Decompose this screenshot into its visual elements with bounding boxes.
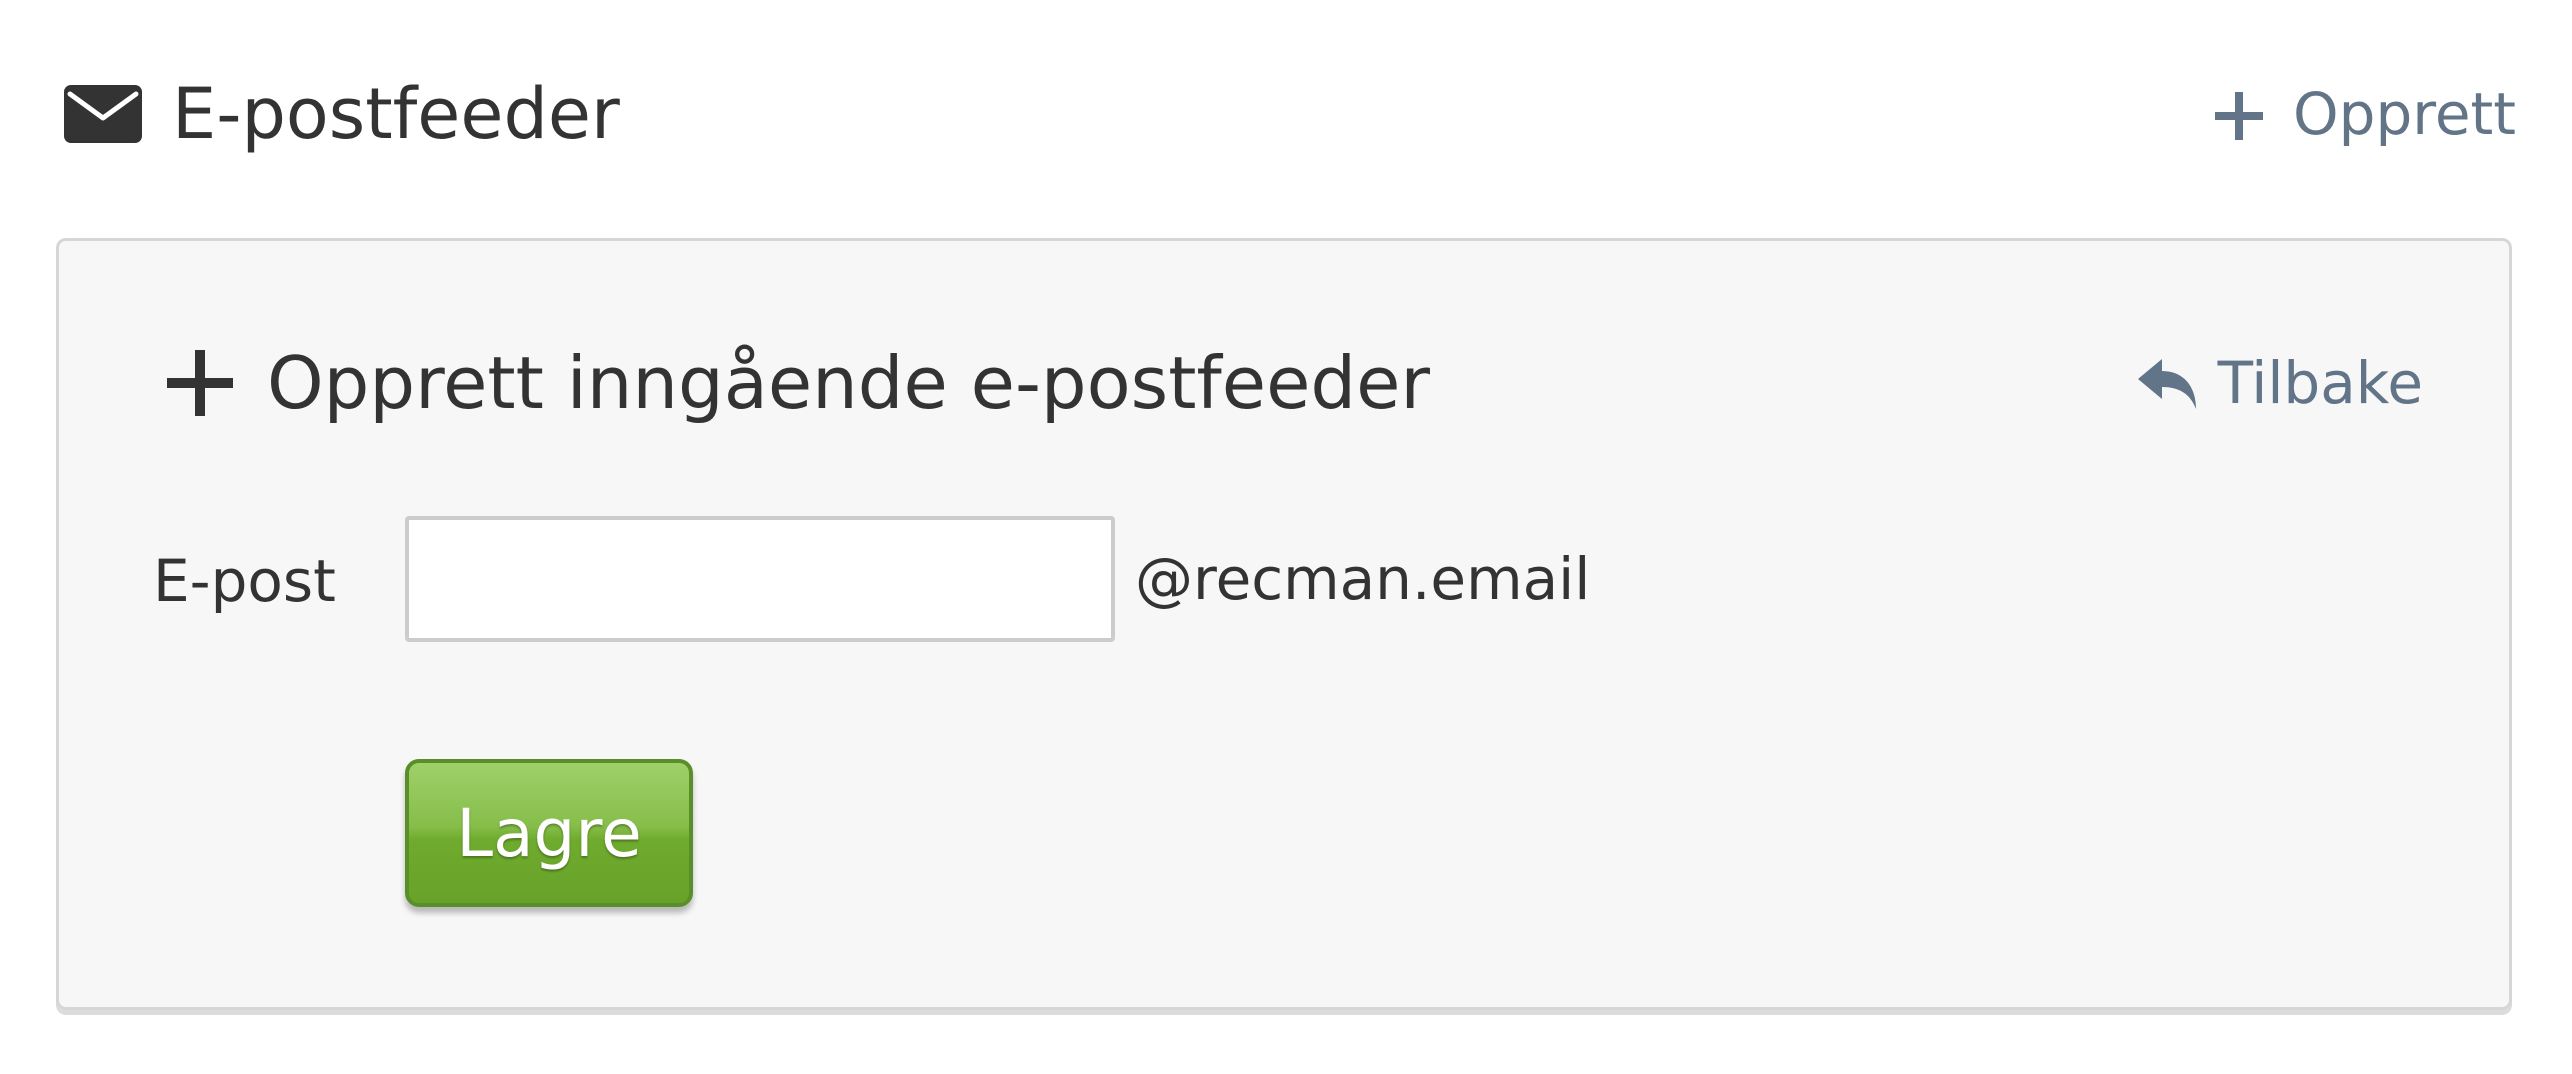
- back-link-label: Tilbake: [2217, 349, 2423, 417]
- email-label: E-post: [153, 547, 336, 615]
- page-header: E-postfeeder Opprett: [64, 58, 2516, 170]
- page-title: E-postfeeder: [172, 73, 620, 155]
- email-input[interactable]: [405, 516, 1115, 642]
- back-link[interactable]: Tilbake: [2136, 349, 2423, 417]
- email-domain-suffix: @recman.email: [1135, 545, 1591, 613]
- save-button[interactable]: Lagre: [405, 759, 693, 907]
- header-title-group: E-postfeeder: [64, 79, 620, 149]
- create-link-label: Opprett: [2292, 80, 2516, 148]
- reply-icon: [2136, 355, 2200, 411]
- panel-title: Opprett inngående e-postfeeder: [267, 341, 1430, 425]
- envelope-icon: [64, 85, 142, 143]
- plus-icon: [167, 350, 233, 416]
- create-link[interactable]: Opprett: [2213, 80, 2516, 148]
- page: E-postfeeder Opprett Opprett inngående e…: [0, 0, 2572, 1074]
- panel-header: Opprett inngående e-postfeeder Tilbake: [167, 341, 2423, 425]
- email-form-row: E-post @recman.email: [153, 516, 1590, 642]
- plus-icon: [2213, 88, 2265, 140]
- panel-title-group: Opprett inngående e-postfeeder: [167, 347, 1430, 419]
- create-feed-panel: Opprett inngående e-postfeeder Tilbake E…: [56, 238, 2512, 1010]
